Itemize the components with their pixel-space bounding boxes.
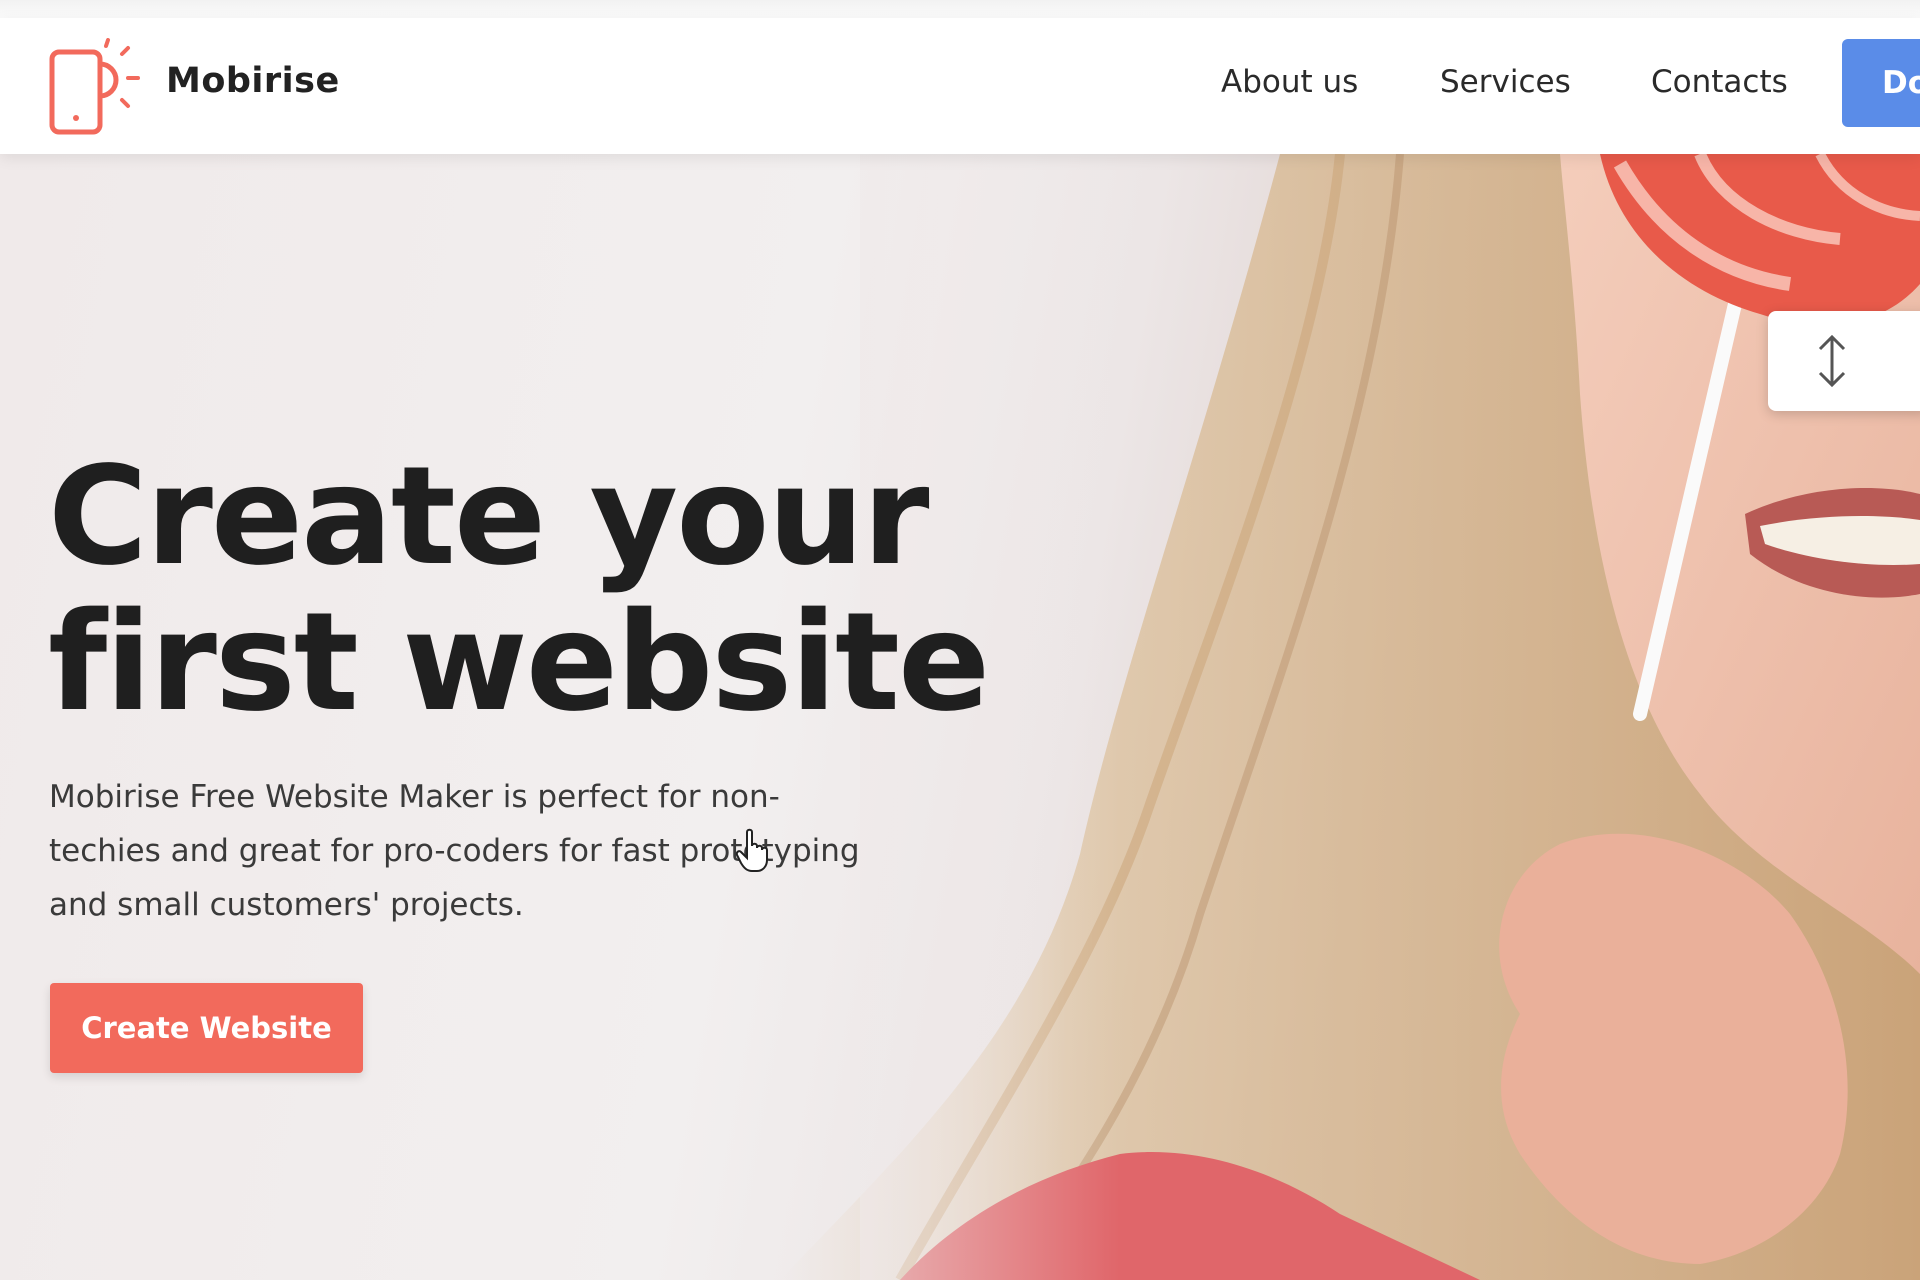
page: Mobirise About us Services Contacts Do C… <box>0 0 1920 1280</box>
hero-section: Create your first website Mobirise Free … <box>0 154 1920 1280</box>
vertical-resize-arrows-icon <box>1818 334 1846 388</box>
hero-title-line-1: Create your <box>48 438 929 596</box>
hero-title-line-2: first website <box>48 584 990 742</box>
brand-name[interactable]: Mobirise <box>166 61 340 101</box>
navbar: Mobirise About us Services Contacts Do <box>0 18 1920 154</box>
nav-cta-button[interactable]: Do <box>1842 39 1920 127</box>
nav-link-services[interactable]: Services <box>1440 64 1571 100</box>
create-website-button[interactable]: Create Website <box>50 983 363 1073</box>
section-resize-handle[interactable] <box>1768 311 1920 411</box>
phone-sun-icon[interactable] <box>48 38 148 138</box>
browser-top-strip <box>0 0 1920 18</box>
nav-link-contacts[interactable]: Contacts <box>1651 64 1788 100</box>
nav-link-about-us[interactable]: About us <box>1221 64 1358 100</box>
pointer-hand-cursor-icon <box>735 828 768 872</box>
hero-title: Create your first website <box>48 438 990 742</box>
